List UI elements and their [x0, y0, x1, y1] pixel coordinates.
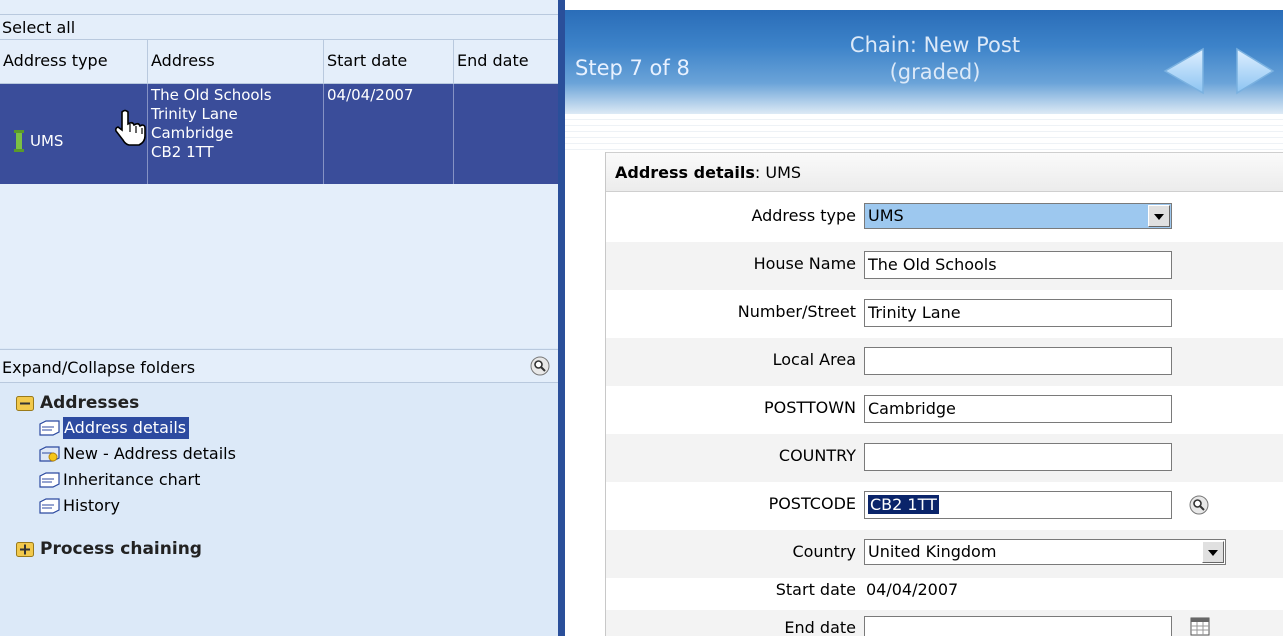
table-row[interactable]: UMS The Old Schools Trinity Lane Cambrid…: [0, 84, 558, 184]
tree-item-label: Address details: [63, 417, 190, 439]
country-upper-label: COUNTRY: [778, 446, 856, 465]
tree-item-label: New - Address details: [63, 444, 236, 463]
form-title: Address details: UMS: [606, 152, 1283, 192]
folder-addresses[interactable]: Addresses: [16, 392, 139, 414]
folder-expand-icon[interactable]: [16, 541, 34, 557]
field-row-number-street: Number/Street Trinity Lane: [606, 290, 1283, 338]
tree-item-inheritance-chart[interactable]: Inheritance chart: [38, 469, 200, 491]
field-row-local-area: Local Area: [606, 338, 1283, 386]
right-panel: Step 7 of 8 Chain: New Post (graded) Add…: [565, 0, 1283, 636]
form-icon: [39, 498, 60, 514]
field-row-address-type: Address type UMS: [606, 194, 1283, 242]
start-date-value: 04/04/2007: [866, 580, 959, 599]
address-details-form: Address details: UMS Address type UMS Ho…: [605, 152, 1283, 636]
posttown-label: POSTTOWN: [763, 398, 856, 417]
field-row-house-name: House Name The Old Schools: [606, 242, 1283, 290]
cell-start-date: 04/04/2007: [324, 84, 454, 184]
new-form-icon: [39, 446, 60, 462]
tree-item-history[interactable]: History: [38, 495, 120, 517]
address-line: CB2 1TT: [151, 143, 214, 161]
cell-address-type: UMS: [0, 84, 148, 184]
cell-address: The Old Schools Trinity Lane Cambridge C…: [148, 84, 324, 184]
tree-item-address-details[interactable]: Address details: [38, 417, 190, 439]
dropdown-arrow[interactable]: [1202, 541, 1224, 563]
column-header-end-date[interactable]: End date: [454, 40, 558, 84]
tree-item-new-address-details[interactable]: New - Address details: [38, 443, 236, 465]
number-street-input[interactable]: Trinity Lane: [864, 299, 1172, 327]
country-label: Country: [792, 542, 856, 561]
form-icon: [39, 472, 60, 488]
step-indicator: Step 7 of 8: [575, 56, 690, 80]
next-arrow-icon[interactable]: [1233, 46, 1277, 96]
folder-collapse-icon[interactable]: [16, 395, 34, 411]
chain-title-line: Chain: New Post: [849, 33, 1021, 57]
calendar-icon[interactable]: [1190, 616, 1210, 636]
postcode-input[interactable]: CB2 1TT: [864, 491, 1172, 519]
field-row-end-date: End date: [606, 610, 1283, 636]
end-date-input[interactable]: [864, 616, 1172, 636]
search-icon[interactable]: [530, 356, 550, 376]
form-icon: [39, 420, 60, 436]
house-name-input[interactable]: The Old Schools: [864, 251, 1172, 279]
previous-arrow-icon[interactable]: [1161, 46, 1205, 96]
header-separator: [565, 114, 1283, 154]
address-type-value: UMS: [30, 132, 64, 150]
chain-title: Chain: New Post (graded): [815, 32, 1055, 86]
expand-collapse-bar[interactable]: Expand/Collapse folders: [0, 349, 558, 383]
postcode-lookup-icon[interactable]: [1189, 495, 1209, 515]
cell-end-date: [454, 84, 558, 184]
start-date-label: Start date: [775, 580, 856, 599]
tree-item-label: History: [63, 496, 120, 515]
column-header-address[interactable]: Address: [148, 40, 324, 84]
number-street-label: Number/Street: [737, 302, 856, 321]
address-line: Trinity Lane: [151, 105, 238, 123]
address-line: The Old Schools: [151, 86, 272, 104]
form-title-rest: : UMS: [754, 163, 802, 182]
chevron-down-icon: [1154, 214, 1164, 220]
country-upper-input[interactable]: [864, 443, 1172, 471]
address-type-select[interactable]: UMS: [864, 203, 1172, 229]
chevron-down-icon: [1208, 550, 1218, 556]
local-area-label: Local Area: [772, 350, 856, 369]
panel-divider[interactable]: [558, 0, 565, 636]
form-title-bold: Address details: [615, 163, 755, 182]
posttown-input[interactable]: Cambridge: [864, 395, 1172, 423]
chain-title-line: (graded): [889, 60, 981, 84]
country-value: United Kingdom: [868, 542, 997, 561]
address-type-label: Address type: [751, 206, 856, 225]
local-area-input[interactable]: [864, 347, 1172, 375]
address-line: Cambridge: [151, 124, 234, 142]
hand-cursor-icon: [114, 109, 146, 146]
folder-label: Addresses: [40, 393, 140, 413]
field-row-posttown: POSTTOWN Cambridge: [606, 386, 1283, 434]
ums-icon: [14, 130, 24, 152]
field-row-country-upper: COUNTRY: [606, 434, 1283, 482]
dropdown-arrow[interactable]: [1148, 205, 1170, 227]
postcode-label: POSTCODE: [768, 494, 856, 513]
tree-item-label: Inheritance chart: [63, 470, 201, 489]
postcode-selected-text: CB2 1TT: [868, 495, 939, 514]
folder-process-chaining[interactable]: Process chaining: [16, 538, 202, 560]
select-all-link[interactable]: Select all: [0, 14, 558, 40]
country-select[interactable]: United Kingdom: [864, 539, 1226, 565]
expand-collapse-label[interactable]: Expand/Collapse folders: [2, 358, 195, 377]
folder-label: Process chaining: [40, 539, 202, 559]
left-panel: Select all Address type Address Start da…: [0, 0, 558, 636]
field-row-start-date: Start date 04/04/2007: [606, 570, 1283, 610]
field-row-postcode: POSTCODE CB2 1TT: [606, 482, 1283, 530]
wizard-header: Step 7 of 8 Chain: New Post (graded): [565, 10, 1283, 114]
column-header-start-date[interactable]: Start date: [324, 40, 454, 84]
address-type-value: UMS: [868, 206, 904, 225]
column-header-address-type[interactable]: Address type: [0, 40, 148, 84]
address-list: Select all Address type Address Start da…: [0, 0, 558, 348]
house-name-label: House Name: [753, 254, 856, 273]
end-date-label: End date: [784, 618, 856, 636]
